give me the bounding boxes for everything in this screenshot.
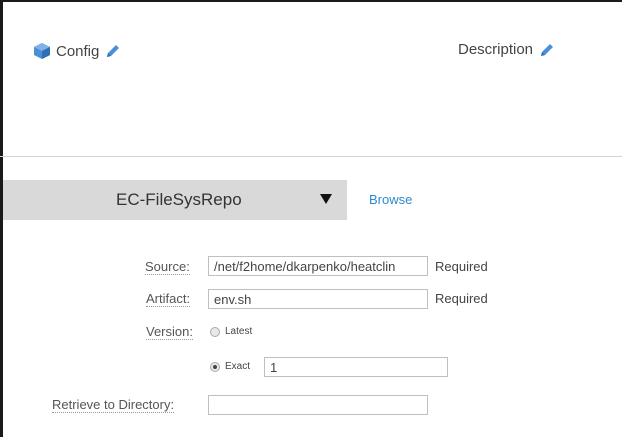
cube-icon — [34, 43, 50, 59]
version-exact-option[interactable]: Exact — [210, 361, 250, 372]
source-label: Source: — [145, 259, 190, 275]
dropdown-caret-icon — [320, 194, 332, 204]
version-latest-label: Latest — [225, 326, 253, 337]
version-exact-radio[interactable] — [210, 361, 220, 372]
source-required-hint: Required — [435, 259, 488, 274]
version-exact-label: Exact — [225, 361, 251, 372]
artifact-required-hint: Required — [435, 291, 488, 306]
artifact-input[interactable] — [208, 289, 428, 309]
config-label: Config — [56, 42, 100, 60]
repository-select-value: EC-FileSysRepo — [116, 190, 242, 209]
edit-config-pencil-icon[interactable] — [105, 43, 121, 59]
repository-select[interactable]: EC-FileSysRepo — [3, 180, 347, 220]
window-border-top — [0, 0, 622, 2]
edit-description-pencil-icon[interactable] — [539, 42, 555, 58]
source-input[interactable] — [208, 256, 428, 276]
browse-link[interactable]: Browse — [369, 192, 412, 207]
version-label: Version: — [146, 324, 193, 340]
description-label: Description — [458, 41, 534, 58]
config-header: Config — [32, 41, 121, 61]
retrieve-directory-label: Retrieve to Directory: — [52, 397, 175, 413]
retrieve-directory-input[interactable] — [208, 395, 428, 415]
version-latest-radio[interactable] — [210, 326, 220, 337]
section-divider — [0, 156, 622, 157]
version-latest-option[interactable]: Latest — [210, 326, 252, 337]
version-exact-input[interactable] — [264, 357, 448, 377]
description-header: Description — [458, 41, 555, 58]
artifact-label: Artifact: — [146, 291, 191, 307]
